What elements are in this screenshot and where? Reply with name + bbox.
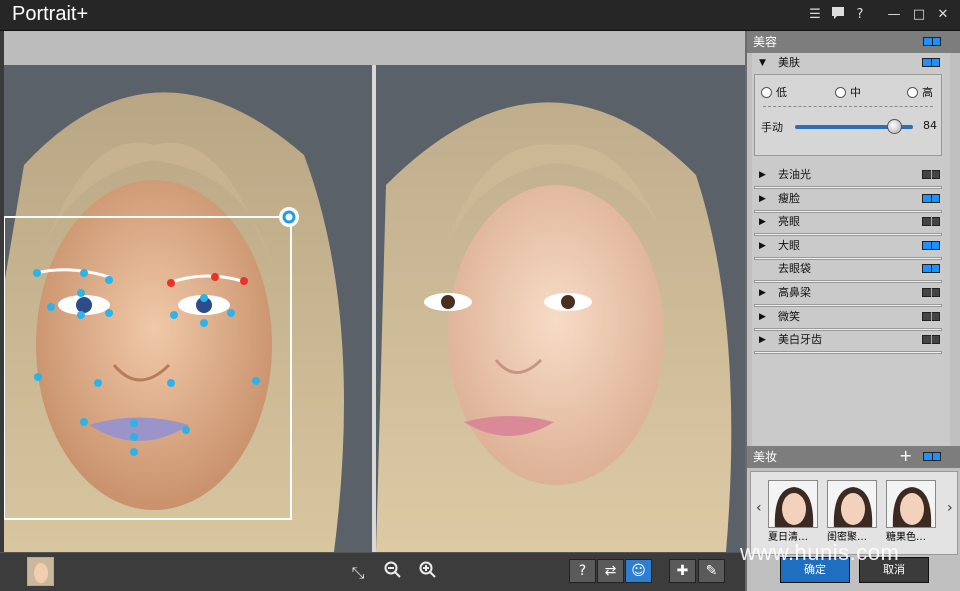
swap-icon[interactable]: ⇄ (597, 559, 624, 583)
close-button[interactable]: ✕ (934, 6, 952, 24)
beauty-toggle[interactable] (923, 37, 941, 46)
photo-canvas (4, 31, 745, 552)
makeup-section-title: 美妆 (753, 450, 778, 464)
feature-label: 微笑 (778, 309, 800, 323)
feature-item[interactable]: ▶ 美白牙齿 (752, 330, 950, 355)
next-arrow-icon[interactable]: › (947, 500, 953, 516)
feature-toggle[interactable] (922, 288, 940, 297)
feature-toggle[interactable] (922, 217, 940, 227)
feature-label: 瘦脸 (778, 191, 800, 205)
prev-arrow-icon[interactable]: ‹ (756, 500, 762, 516)
adjustment-panel: 美容 ▼ 美肤 低 中 高 手动 84 ▶ 去油光 ▶ 瘦脸 ▶ 亮眼 ▶ 大眼去眼袋 ▶ 高鼻梁… (745, 31, 960, 591)
bandage-icon[interactable]: ✚ (669, 559, 696, 583)
feature-label: 去油光 (778, 168, 811, 181)
bottom-toolbar: ⤡ ? ⇄ ☺ ✚ ✎ (0, 552, 745, 591)
feature-item[interactable]: ▶ 大眼 (752, 236, 950, 260)
feature-toggle[interactable] (922, 264, 940, 274)
brush-icon[interactable]: ✎ (698, 559, 725, 583)
collapsed-arrow-icon: ▶ (759, 311, 766, 322)
feature-toggle[interactable] (922, 193, 940, 203)
feature-item[interactable]: 去眼袋 (752, 259, 950, 284)
smile-icon[interactable]: ☺ (625, 559, 652, 583)
list-icon[interactable]: ☰ (806, 6, 824, 24)
feature-item[interactable]: ▶ 高鼻梁 (752, 283, 950, 307)
add-makeup-button[interactable]: + (899, 445, 912, 467)
watermark: www.hunis.com (740, 540, 900, 565)
makeup-section-header[interactable]: 美妆 + (747, 446, 960, 468)
minimize-button[interactable]: — (885, 6, 903, 24)
makeup-look[interactable]: 糖果色… (886, 480, 936, 543)
feature-item[interactable]: ▶ 瘦脸 (752, 189, 950, 213)
skin-settings: 低 中 高 手动 84 (754, 74, 942, 156)
feature-item[interactable]: ▶ 去油光 (752, 165, 950, 189)
feature-toggle[interactable] (922, 170, 940, 179)
canvas-top-strip (4, 31, 745, 65)
collapsed-arrow-icon: ▶ (759, 193, 766, 204)
fit-screen-icon[interactable]: ⤡ (346, 561, 370, 585)
help-tool-button[interactable]: ? (569, 559, 596, 583)
collapsed-arrow-icon: ▶ (759, 170, 766, 180)
feature-toggle[interactable] (922, 311, 940, 321)
feature-label: 大眼 (778, 238, 800, 252)
feature-label: 亮眼 (778, 215, 800, 229)
skin-level-low[interactable]: 低 (761, 84, 787, 100)
chat-icon[interactable] (829, 6, 847, 24)
beauty-section-title: 美容 (753, 35, 778, 49)
title-bar: Portrait+ ☰ ? — □ ✕ (0, 0, 960, 31)
beauty-options: ▼ 美肤 低 中 高 手动 84 ▶ 去油光 ▶ 瘦脸 ▶ 亮眼 ▶ 大眼去眼袋 ▶ 高鼻梁 ▶ 微笑… (752, 53, 950, 448)
skin-level-mid[interactable]: 中 (835, 84, 861, 100)
skin-item[interactable]: ▼ 美肤 (752, 53, 950, 73)
collapsed-arrow-icon: ▶ (759, 240, 766, 251)
skin-toggle[interactable] (922, 58, 940, 67)
zoom-out-icon[interactable] (381, 561, 405, 585)
feature-label: 高鼻梁 (778, 286, 811, 299)
skin-level-high[interactable]: 高 (907, 84, 933, 100)
beauty-section-header[interactable]: 美容 (747, 31, 960, 53)
after-photo (376, 65, 745, 552)
maximize-button[interactable]: □ (910, 6, 928, 24)
skin-label: 美肤 (778, 56, 800, 69)
manual-slider-thumb[interactable] (887, 119, 903, 134)
before-photo[interactable] (4, 65, 372, 552)
expanded-arrow-icon: ▼ (759, 58, 766, 68)
makeup-look[interactable]: 夏日清… (768, 480, 818, 543)
help-button[interactable]: ? (851, 6, 869, 24)
feature-label: 美白牙齿 (778, 333, 822, 347)
collapsed-arrow-icon: ▶ (759, 335, 766, 346)
makeup-look[interactable]: 闺密聚… (827, 480, 877, 543)
app-window: Portrait+ ☰ ? — □ ✕ ⤡ ? ⇄ ☺ ✚ ✎ 美容 ▼ 美肤 … (0, 0, 960, 591)
zoom-in-icon[interactable] (416, 561, 440, 585)
feature-item[interactable]: ▶ 微笑 (752, 307, 950, 331)
feature-toggle[interactable] (922, 240, 940, 250)
manual-value: 84 (923, 119, 937, 132)
divider (763, 106, 933, 107)
manual-label: 手动 (761, 121, 783, 134)
feature-label: 去眼袋 (778, 262, 811, 276)
app-title: Portrait+ (12, 3, 89, 25)
feature-item[interactable]: ▶ 亮眼 (752, 212, 950, 237)
feature-underline (754, 351, 942, 355)
collapsed-arrow-icon: ▶ (759, 288, 766, 298)
collapsed-arrow-icon: ▶ (759, 217, 766, 228)
makeup-toggle[interactable] (923, 452, 941, 461)
feature-toggle[interactable] (922, 335, 940, 345)
photo-thumbnail[interactable] (27, 557, 54, 586)
